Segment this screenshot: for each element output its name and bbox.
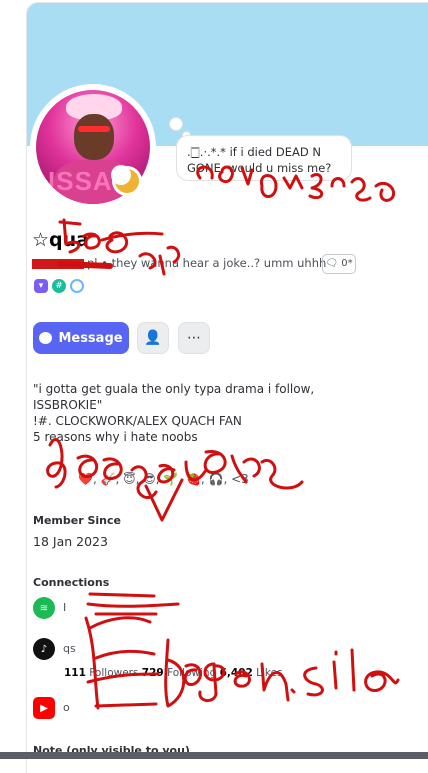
connection-youtube[interactable]: ▶ o — [33, 697, 363, 725]
bio-line: "i gotta get guala the only typa drama i… — [33, 382, 315, 396]
message-label: Message — [58, 330, 123, 346]
custom-status-bubble: .🀆.·.*.* if i died DEAD N GONE, would u … — [176, 135, 352, 181]
bio-line: !#. CLOCKWORK/ALEX QUACH FAN — [33, 414, 242, 428]
person-add-icon: 👤 — [144, 330, 162, 346]
bubble-badge-button[interactable]: 🗨 0* — [322, 254, 356, 274]
badge-row: ▾ # — [34, 279, 84, 293]
chat-bubble-icon — [39, 332, 53, 344]
bio: "i gotta get guala the only typa drama i… — [33, 381, 353, 445]
hypesquad-badge-icon[interactable]: ▾ — [34, 279, 48, 293]
youtube-icon: ▶ — [33, 697, 55, 719]
connections-label: Connections — [33, 576, 110, 589]
more-icon: ⋯ — [187, 330, 201, 346]
idle-status-icon — [111, 165, 142, 196]
bottom-bar — [0, 752, 428, 759]
tiktok-icon: ♪ — [33, 638, 55, 660]
member-since-label: Member Since — [33, 514, 121, 527]
avatar-text: ISSA — [48, 166, 113, 196]
connection-tiktok[interactable]: ♪ qs — [33, 638, 363, 666]
status-bubble-dot — [169, 117, 183, 131]
redacted-username — [32, 258, 84, 269]
tagline: pl • they wanna hear a joke..? umm uhhh — [32, 256, 326, 270]
connection-handle: o — [63, 701, 70, 714]
bio-line: 5 reasons why i hate noobs — [33, 430, 198, 444]
tagline-text: pl • they wanna hear a joke..? umm uhhh — [87, 256, 327, 270]
bio-line: ISSBROKIE" — [33, 398, 103, 412]
connection-handle: qs — [63, 642, 76, 655]
connection-handle: I — [63, 601, 67, 614]
more-options-button[interactable]: ⋯ — [178, 322, 210, 354]
message-button[interactable]: Message — [33, 322, 129, 354]
bio-emoji-line: ❤️, 🎸, 😇, 😎, 🌱, 🍓, 🎧, <3 — [78, 472, 249, 486]
connection-spotify[interactable]: ≋ I — [33, 597, 363, 625]
spotify-icon: ≋ — [33, 597, 55, 619]
hashtag-badge-icon[interactable]: # — [52, 279, 66, 293]
quest-badge-icon[interactable] — [70, 279, 84, 293]
display-name: ☆qua — [32, 229, 89, 251]
member-since-value: 18 Jan 2023 — [33, 534, 108, 549]
add-friend-button[interactable]: 👤 — [137, 322, 169, 354]
tiktok-stats: 111 Followers 729 Following 6,402 Likes — [64, 667, 283, 679]
